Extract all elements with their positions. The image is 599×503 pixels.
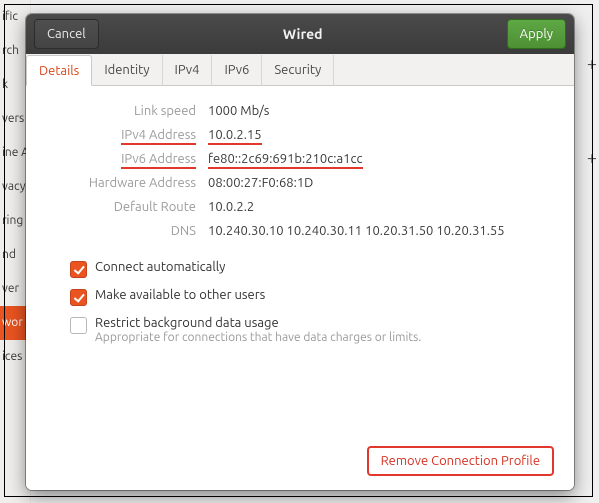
- row-hardware-address: Hardware Address 08:00:27:F0:68:1D: [46, 176, 554, 190]
- row-ipv4: IPv4 Address 10.0.2.15: [46, 128, 554, 142]
- row-default-route: Default Route 10.0.2.2: [46, 200, 554, 214]
- check-icon: [70, 289, 87, 306]
- window-title: Wired: [283, 26, 323, 42]
- value-route: 10.0.2.2: [208, 200, 254, 214]
- value-hw: 08:00:27:F0:68:1D: [208, 176, 313, 190]
- checkbox-connect-automatically[interactable]: Connect automatically: [70, 260, 554, 278]
- tab-security[interactable]: Security: [262, 55, 334, 86]
- checkbox-restrict-background[interactable]: Restrict background data usage Appropria…: [70, 316, 554, 344]
- checkbox-label-wrap: Restrict background data usage Appropria…: [95, 316, 421, 344]
- tabbar: Details Identity IPv4 IPv6 Security: [26, 54, 574, 86]
- label-ipv6: IPv6 Address: [46, 152, 208, 166]
- plus-icon: +: [587, 148, 597, 168]
- check-icon: [70, 317, 87, 334]
- apply-button[interactable]: Apply: [507, 19, 566, 49]
- check-icon: [70, 261, 87, 278]
- titlebar: Cancel Wired Apply: [26, 14, 574, 54]
- plus-icon: +: [587, 54, 597, 74]
- checkbox-make-available[interactable]: Make available to other users: [70, 288, 554, 306]
- label-dns: DNS: [46, 224, 208, 238]
- tab-ipv6[interactable]: IPv6: [212, 55, 262, 86]
- row-dns: DNS 10.240.30.10 10.240.30.11 10.20.31.5…: [46, 224, 554, 238]
- background-plus-column: ++: [584, 0, 599, 503]
- checkbox-label: Make available to other users: [95, 288, 265, 302]
- wired-settings-dialog: Cancel Wired Apply Details Identity IPv4…: [26, 14, 574, 490]
- checkbox-label: Restrict background data usage: [95, 316, 421, 330]
- value-link-speed: 1000 Mb/s: [208, 104, 269, 118]
- checkbox-sublabel: Appropriate for connections that have da…: [95, 331, 421, 344]
- label-link-speed: Link speed: [46, 104, 208, 118]
- value-ipv4: 10.0.2.15: [208, 128, 262, 142]
- checkbox-group: Connect automatically Make available to …: [70, 260, 554, 354]
- checkbox-label: Connect automatically: [95, 260, 225, 274]
- tab-identity[interactable]: Identity: [92, 55, 162, 86]
- tab-ipv4[interactable]: IPv4: [163, 55, 213, 86]
- cancel-button[interactable]: Cancel: [34, 19, 99, 49]
- label-route: Default Route: [46, 200, 208, 214]
- tab-details[interactable]: Details: [26, 55, 92, 86]
- value-ipv6: fe80::2c69:691b:210c:a1cc: [208, 152, 363, 166]
- details-panel: Link speed 1000 Mb/s IPv4 Address 10.0.2…: [26, 86, 574, 490]
- row-ipv6: IPv6 Address fe80::2c69:691b:210c:a1cc: [46, 152, 554, 166]
- row-link-speed: Link speed 1000 Mb/s: [46, 104, 554, 118]
- value-dns: 10.240.30.10 10.240.30.11 10.20.31.50 10…: [208, 224, 505, 238]
- label-ipv4: IPv4 Address: [46, 128, 208, 142]
- label-hw: Hardware Address: [46, 176, 208, 190]
- dialog-footer: Remove Connection Profile: [46, 434, 554, 476]
- remove-connection-button[interactable]: Remove Connection Profile: [367, 446, 554, 476]
